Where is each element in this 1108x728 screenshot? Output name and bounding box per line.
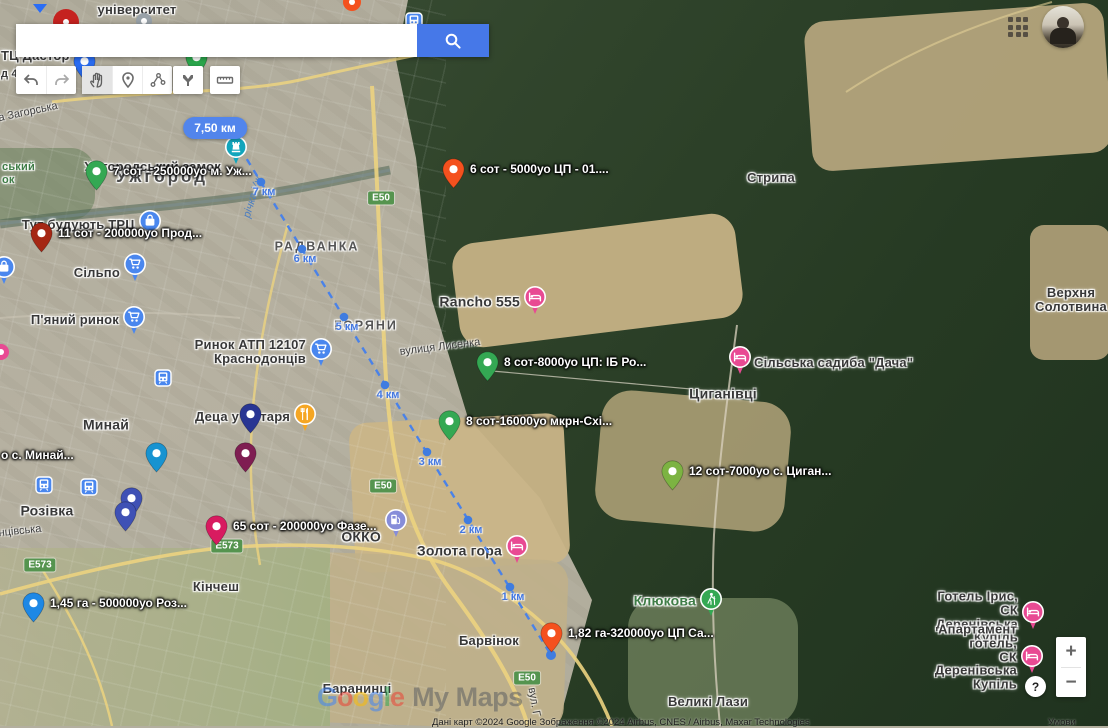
terms-link[interactable]: Умови bbox=[1048, 717, 1076, 728]
pin-label: 12 сот-7000уо с. Циган... bbox=[689, 464, 831, 478]
measure-mark-label: 2 км bbox=[460, 524, 483, 536]
toolbar-history-group bbox=[16, 66, 76, 94]
train-poi-icon[interactable] bbox=[35, 476, 53, 499]
search-bar bbox=[16, 24, 489, 57]
apps-grid-icon[interactable] bbox=[1008, 17, 1028, 37]
property-pin[interactable] bbox=[22, 592, 45, 628]
pin-label: 7 сот - 250000уо м. Уж... bbox=[113, 164, 252, 178]
property-pin[interactable] bbox=[85, 160, 108, 196]
hand-icon bbox=[88, 71, 106, 89]
zoom-in-button[interactable]: + bbox=[1056, 637, 1086, 667]
property-pin[interactable] bbox=[114, 501, 137, 537]
property-pin[interactable] bbox=[145, 442, 168, 478]
map-canvas[interactable]: університетУжгородРАДВАНКАГОРЯНИСтрипаЦи… bbox=[0, 0, 1108, 726]
hotel-poi-icon[interactable] bbox=[505, 534, 529, 569]
pin-label: 6 сот - 5000уо ЦП - 01.... bbox=[470, 162, 609, 176]
pin-label: 65 сот - 200000уо Фазе... bbox=[233, 519, 377, 533]
property-pin[interactable] bbox=[234, 442, 257, 478]
undo-button[interactable] bbox=[16, 66, 46, 94]
property-pin[interactable] bbox=[442, 158, 465, 194]
line-icon bbox=[149, 71, 167, 89]
fuel-poi-icon[interactable] bbox=[384, 508, 408, 543]
marker-hole bbox=[349, 0, 355, 5]
redo-icon bbox=[53, 71, 71, 89]
hotel-poi-icon[interactable] bbox=[1020, 644, 1044, 679]
search-icon bbox=[444, 32, 462, 50]
property-pin[interactable] bbox=[476, 351, 499, 387]
property-pin[interactable] bbox=[540, 622, 563, 658]
hotel-poi-icon[interactable] bbox=[523, 285, 547, 320]
map-attribution: Дані карт ©2024 Google Зображення ©2024 … bbox=[432, 717, 810, 728]
ruler-icon bbox=[216, 71, 234, 89]
hotel-poi-icon[interactable] bbox=[1021, 600, 1045, 635]
marker-tip[interactable] bbox=[33, 0, 47, 18]
measure-total-badge: 7,50 км bbox=[183, 117, 247, 139]
user-avatar[interactable] bbox=[1042, 6, 1084, 48]
measure-mark-label: 1 км bbox=[502, 591, 525, 603]
draw-line-tool-button[interactable] bbox=[142, 66, 172, 94]
pan-tool-button[interactable] bbox=[82, 66, 112, 94]
pin-label: 8 сот-16000уо мкрн-Схі... bbox=[466, 414, 612, 428]
undo-icon bbox=[22, 71, 40, 89]
cart-poi-icon[interactable] bbox=[123, 252, 147, 287]
zoom-control: + − bbox=[1056, 637, 1086, 697]
pin-label: 1,45 га - 500000уо Роз... bbox=[50, 596, 187, 610]
zoom-out-button[interactable]: − bbox=[1056, 668, 1086, 698]
property-pin[interactable] bbox=[661, 460, 684, 496]
train-poi-icon[interactable] bbox=[80, 478, 98, 501]
marker-icon bbox=[119, 71, 137, 89]
marker-hole bbox=[0, 349, 4, 355]
toolbar-measure-group bbox=[210, 66, 240, 94]
pin-label: 8 сот-8000уо ЦП: ІБ Ро... bbox=[504, 355, 646, 369]
property-pin[interactable] bbox=[205, 515, 228, 551]
measure-mark-label: 5 км bbox=[336, 321, 359, 333]
pin-label: 1,82 га-320000уо ЦП Са... bbox=[568, 626, 714, 640]
property-pin[interactable] bbox=[30, 222, 53, 258]
toolbar-draw-group bbox=[82, 66, 172, 94]
search-button[interactable] bbox=[417, 24, 489, 57]
help-button[interactable]: ? bbox=[1025, 676, 1046, 697]
measure-mark-label: 3 км bbox=[419, 456, 442, 468]
measure-mark-label: 6 км bbox=[294, 253, 317, 265]
bag-poi-icon[interactable] bbox=[0, 255, 16, 290]
restaurant-poi-icon[interactable] bbox=[293, 402, 317, 437]
measure-tool-button[interactable] bbox=[210, 66, 240, 94]
property-pin[interactable] bbox=[438, 410, 461, 446]
cart-poi-icon[interactable] bbox=[122, 305, 146, 340]
pin-label: 11 сот - 200000уо Прод... bbox=[58, 226, 202, 240]
measure-mark-label: 4 км bbox=[377, 389, 400, 401]
search-input[interactable] bbox=[16, 24, 417, 57]
directions-icon bbox=[179, 71, 197, 89]
cart-poi-icon[interactable] bbox=[309, 337, 333, 372]
pin-label: о с. Минай... bbox=[1, 448, 74, 462]
add-directions-button[interactable] bbox=[173, 66, 203, 94]
redo-button[interactable] bbox=[46, 66, 76, 94]
hotel-poi-icon[interactable] bbox=[728, 345, 752, 380]
train-poi-icon[interactable] bbox=[154, 369, 172, 392]
measure-mark-label: 7 км bbox=[253, 186, 276, 198]
hiker-poi-icon[interactable] bbox=[699, 587, 723, 622]
toolbar-directions-group bbox=[173, 66, 203, 94]
property-pin[interactable] bbox=[239, 403, 262, 439]
add-marker-tool-button[interactable] bbox=[112, 66, 142, 94]
